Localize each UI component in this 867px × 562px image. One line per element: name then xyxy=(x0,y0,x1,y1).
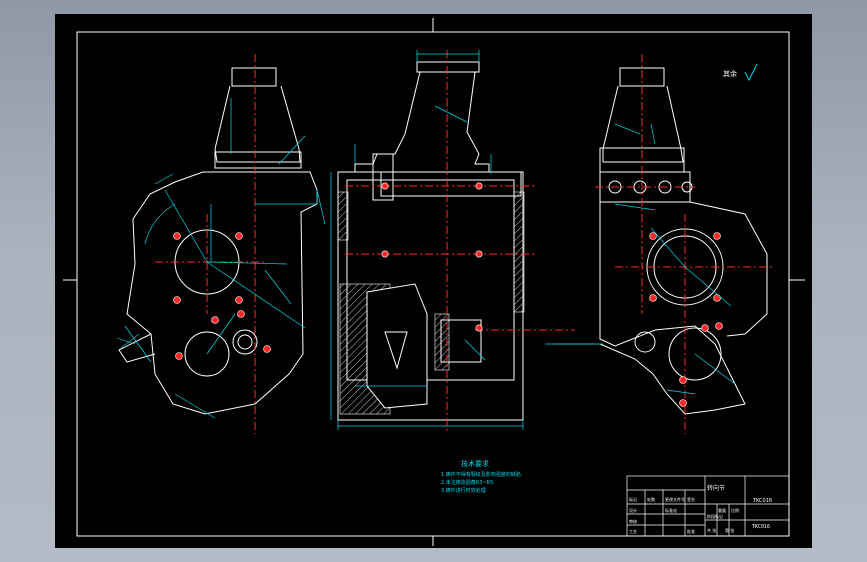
tech-req-line-3: 3.铸件进行时效处理. xyxy=(441,487,488,494)
left-spindle-cap xyxy=(231,67,277,87)
mid-neck-outline xyxy=(354,71,490,173)
tb-row-label-2: 处数 xyxy=(647,496,655,502)
right-bolt-holes xyxy=(649,232,723,407)
tb-field-5: 共 张 xyxy=(707,527,716,533)
mid-casting-core xyxy=(366,283,428,409)
cad-viewport[interactable]: 其余 技术要求 1.铸件不得有裂纹及影响强度的缺陷. 2.未注铸造圆角R3~R5… xyxy=(0,0,867,562)
roughness-note: 其余 xyxy=(723,69,737,78)
drawing-sheet[interactable]: 其余 技术要求 1.铸件不得有裂纹及影响强度的缺陷. 2.未注铸造圆角R3~R5… xyxy=(55,14,812,548)
title-block-part-name: 转向节 xyxy=(707,484,725,492)
mid-top-cap xyxy=(416,61,480,73)
left-spindle-taper xyxy=(214,85,301,163)
drawing-canvas[interactable]: 其余 技术要求 1.铸件不得有裂纹及影响强度的缺陷. 2.未注铸造圆角R3~R5… xyxy=(55,14,812,548)
mid-flange-left xyxy=(372,153,394,201)
tech-requirements: 技术要求 1.铸件不得有裂纹及影响强度的缺陷. 2.未注铸造圆角R3~R5. 3… xyxy=(441,459,523,494)
left-bolt-holes xyxy=(173,232,271,360)
tb-role-1: 设计 xyxy=(629,507,637,513)
mid-hatching xyxy=(337,191,525,415)
title-block-labels: 标记 处数 更改文件号 签名 设计 审核 工艺 标准化 批准 阶段标记 重量 比… xyxy=(629,496,739,534)
tb-role-4: 批准 xyxy=(687,528,695,534)
mid-flange-band xyxy=(380,171,522,197)
tech-req-line-2: 2.未注铸造圆角R3~R5. xyxy=(441,479,495,486)
tb-role-3: 工艺 xyxy=(629,529,637,534)
left-boss-hole xyxy=(237,334,253,350)
left-arm-stub xyxy=(118,333,156,363)
left-body-outline xyxy=(126,171,318,415)
tb-field-6: 第 张 xyxy=(725,527,734,533)
tb-field-2: 阶段标记 xyxy=(707,513,723,519)
tech-req-line-1: 1.铸件不得有裂纹及影响强度的缺陷. xyxy=(441,471,523,478)
right-side-hole xyxy=(634,331,656,353)
middle-view xyxy=(330,50,595,434)
left-view xyxy=(116,54,326,434)
tb-row-label-3: 更改文件号 xyxy=(665,496,685,502)
title-block-drawing-number: TKC016 xyxy=(752,524,770,530)
tb-field-4: 比例 xyxy=(731,507,739,513)
tb-role-2: 审核 xyxy=(629,518,637,524)
right-view: 其余 xyxy=(555,54,775,434)
tb-row-label-1: 标记 xyxy=(629,496,637,502)
tb-row-label-4: 签名 xyxy=(687,496,695,502)
tech-req-title: 技术要求 xyxy=(461,459,489,468)
tb-field-1: 标准化 xyxy=(665,507,677,513)
tb-field-3: 重量 xyxy=(718,507,726,513)
left-boss-ring xyxy=(232,329,258,355)
right-dimensions xyxy=(555,123,736,395)
title-block-drawing-number-label: TKC016 xyxy=(752,498,772,504)
roughness-symbol xyxy=(744,63,758,82)
